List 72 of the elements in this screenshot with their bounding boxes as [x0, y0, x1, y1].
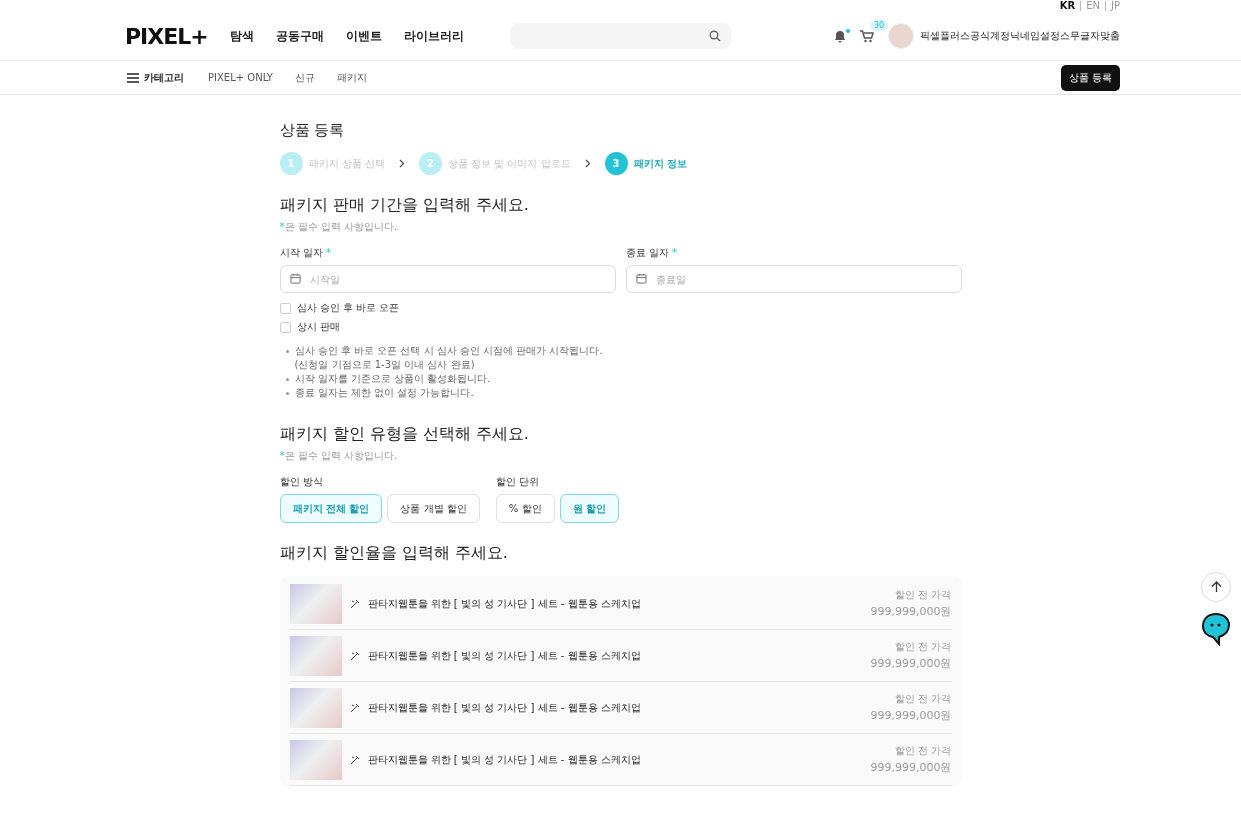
- product-name: 판타지웹툰을 위한 [ 빛의 성 기사단 ] 세트 - 웹툰용 스케치업: [367, 648, 642, 663]
- field-label: 종료 일자 *: [625, 246, 678, 260]
- artwork-thumbnail: [289, 687, 342, 728]
- note-text: 심사 승인 후 바로 오픈 선택 시 심사 승인 시점에 판매가 시작됩니다. (신청일 기점으로 1-3일 이내 심사 완료): [294, 344, 603, 372]
- cart-count: 30: [870, 19, 889, 31]
- step-number: 1: [279, 152, 303, 175]
- step-number: 3: [604, 152, 628, 175]
- artwork-thumbnail: [289, 635, 342, 676]
- step-label: 패키지 상품 선택: [308, 156, 385, 171]
- chevron-icon: [398, 159, 405, 168]
- checkbox[interactable]: [279, 302, 291, 314]
- checkbox-label[interactable]: 심사 승인 후 바로 오픈: [296, 301, 400, 315]
- section-heading: 패키지 판매 기간을 입력해 주세요.: [279, 195, 530, 216]
- checkbox[interactable]: [279, 321, 291, 333]
- scroll-top-button[interactable]: [1201, 572, 1231, 602]
- required-note: *은 필수 입력 사항입니다.: [279, 449, 399, 463]
- page-title: 상품 등록: [279, 121, 346, 140]
- field-label: 할인 단위: [495, 475, 540, 489]
- checkbox-label[interactable]: 상시 판매: [296, 320, 340, 334]
- nav-link[interactable]: 공동구매: [275, 27, 324, 45]
- field-label: 할인 방식: [279, 475, 324, 489]
- menu-icon: [127, 72, 139, 83]
- calendar-icon: [635, 273, 647, 284]
- step-number: 2: [418, 152, 442, 175]
- date-field[interactable]: 시작일: [279, 265, 616, 293]
- product-name: 판타지웹툰을 위한 [ 빛의 성 기사단 ] 세트 - 웹툰용 스케치업: [367, 596, 642, 611]
- product-price: 999,999,000원: [870, 708, 952, 723]
- category-menu-button[interactable]: 카테고리: [127, 70, 184, 85]
- price-label: 할인 전 가격: [894, 588, 952, 602]
- price-label: 할인 전 가격: [894, 640, 952, 654]
- artwork-thumbnail: [289, 583, 342, 624]
- bell-icon[interactable]: [834, 29, 846, 43]
- product-name: 판타지웹툰을 위한 [ 빛의 성 기사단 ] 세트 - 웹툰용 스케치업: [367, 752, 642, 767]
- product-name: 판타지웹툰을 위한 [ 빛의 성 기사단 ] 세트 - 웹툰용 스케치업: [367, 700, 642, 715]
- nav-link[interactable]: 라이브러리: [403, 27, 464, 45]
- option-button[interactable]: % 할인: [495, 494, 555, 523]
- subnav-link[interactable]: 신규: [295, 70, 315, 85]
- product-price: 999,999,000원: [870, 760, 952, 775]
- note-text: 시작 일자를 기준으로 상품이 활성화됩니다.: [294, 372, 491, 386]
- pen-icon: [349, 754, 360, 765]
- date-field[interactable]: 종료일: [625, 265, 962, 293]
- cart-icon[interactable]: [860, 29, 874, 43]
- product-price: 999,999,000원: [870, 604, 952, 619]
- step-label: 상품 정보 및 이미지 업로드: [447, 156, 571, 171]
- note-text: 종료 일자는 제한 없이 설정 가능합니다.: [294, 386, 474, 400]
- subnav-link[interactable]: PIXEL+ ONLY: [208, 72, 273, 83]
- pen-icon: [349, 598, 360, 609]
- subnav-link[interactable]: 패키지: [337, 70, 367, 85]
- register-product-button[interactable]: 상품 등록: [1060, 64, 1120, 91]
- step-label: 패키지 정보: [633, 156, 688, 171]
- section-heading: 패키지 할인율을 입력해 주세요.: [279, 543, 509, 564]
- product-price: 999,999,000원: [870, 656, 952, 671]
- arrow-up-icon: [1210, 581, 1222, 593]
- artwork-thumbnail: [289, 739, 342, 780]
- price-label: 할인 전 가격: [894, 744, 952, 758]
- nav-link[interactable]: 이벤트: [345, 27, 382, 45]
- language-link[interactable]: KR: [1054, 1, 1081, 11]
- field-label: 시작 일자 *: [279, 246, 332, 260]
- username[interactable]: 픽셀플러스공식계정닉네임설정스무글자맞춤: [920, 29, 1120, 43]
- section-heading: 패키지 할인 유형을 선택해 주세요.: [279, 424, 530, 445]
- chevron-icon: [584, 159, 591, 168]
- pen-icon: [349, 650, 360, 661]
- chat-bubble-icon[interactable]: [1201, 612, 1231, 646]
- search-field[interactable]: [509, 23, 731, 49]
- search-icon[interactable]: [708, 30, 721, 42]
- price-label: 할인 전 가격: [894, 692, 952, 706]
- required-note: *은 필수 입력 사항입니다.: [279, 220, 399, 234]
- nav-link[interactable]: 탐색: [229, 27, 254, 45]
- pen-icon: [349, 702, 360, 713]
- logo[interactable]: PIXEL+: [125, 23, 208, 49]
- option-button[interactable]: 상품 개별 할인: [387, 494, 480, 523]
- calendar-icon: [289, 273, 301, 284]
